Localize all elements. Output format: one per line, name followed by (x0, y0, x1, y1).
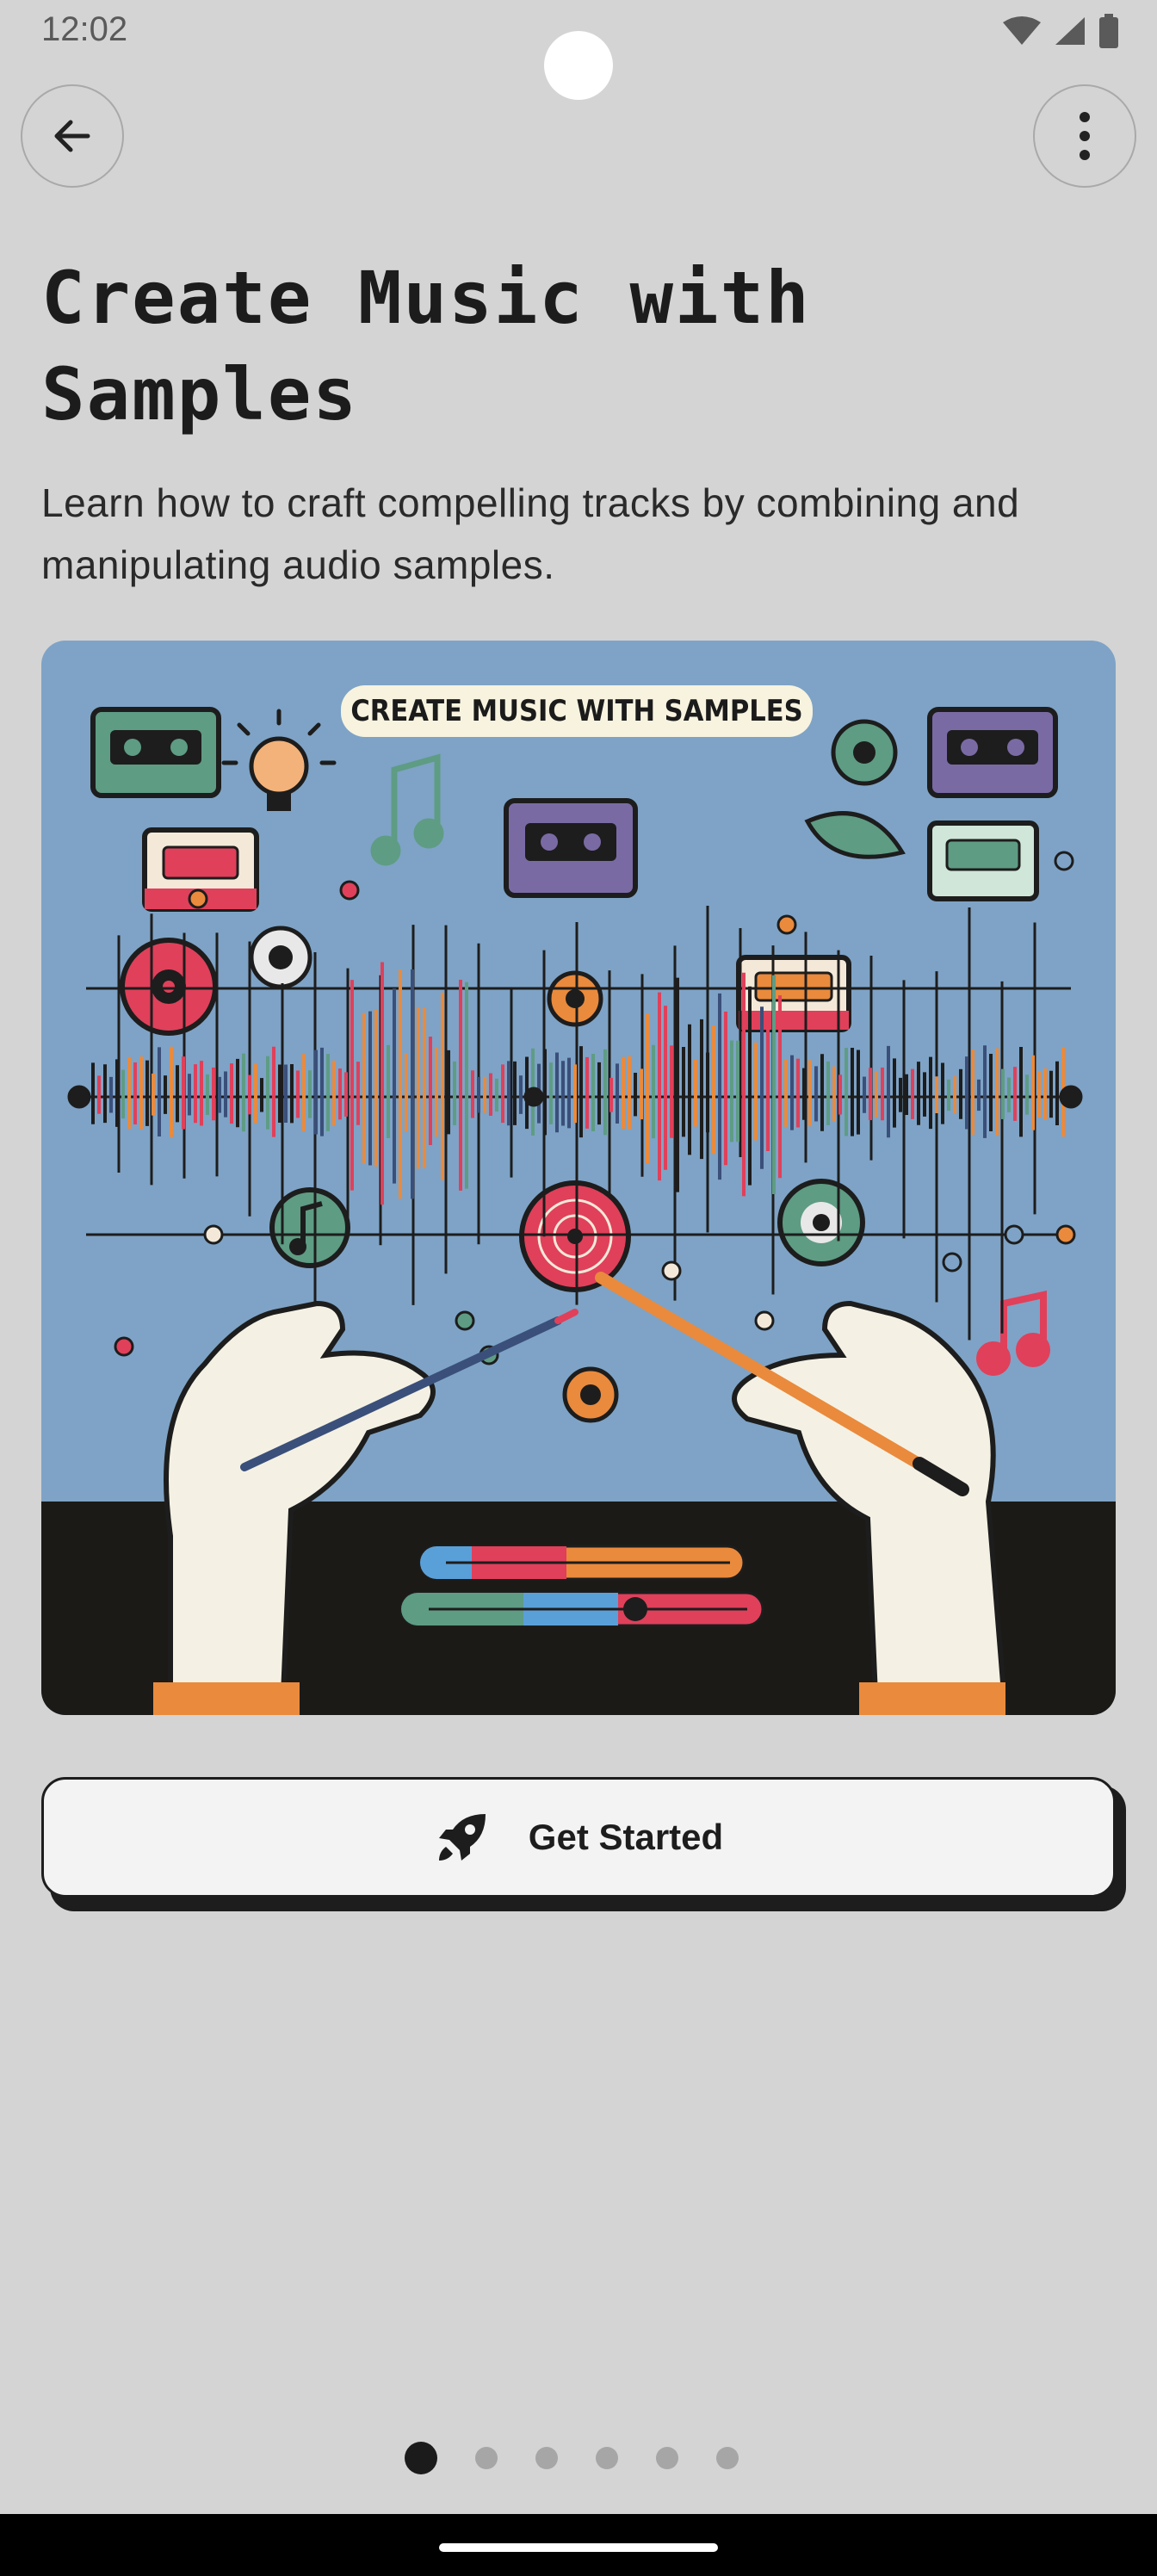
page-dot[interactable] (535, 2447, 558, 2469)
page-dot-active[interactable] (405, 2442, 437, 2474)
lightbulb-icon (221, 709, 337, 811)
page-subtitle: Learn how to craft compelling tracks by … (41, 480, 1020, 587)
slider-track (399, 1591, 764, 1627)
vinyl-record-icon (547, 970, 603, 1027)
page-indicator (0, 2442, 1157, 2474)
vinyl-record-icon (831, 719, 898, 786)
music-note-icon (976, 1291, 1050, 1376)
hero-banner-text: CREATE MUSIC WITH SAMPLES (350, 694, 802, 728)
vinyl-record-icon (249, 926, 312, 989)
hero-illustration: CREATE MUSIC WITH SAMPLES (41, 641, 1116, 1715)
back-button[interactable] (21, 84, 124, 188)
page-dot[interactable] (475, 2447, 498, 2469)
system-nav-bar (0, 2514, 1157, 2576)
status-icons (1002, 12, 1119, 50)
cassette-icon (504, 798, 638, 898)
page-title: Create Music with Samples (41, 256, 811, 437)
arrow-left-icon (54, 120, 90, 152)
cassette-icon (927, 820, 1039, 901)
wifi-icon (1003, 16, 1041, 45)
vinyl-record-icon (120, 938, 218, 1036)
signal-icon (1055, 17, 1085, 45)
leaf-icon (804, 811, 906, 859)
music-note-icon (370, 753, 444, 866)
cassette-icon (736, 955, 851, 1032)
cassette-icon (90, 707, 221, 798)
get-started-label: Get Started (528, 1817, 724, 1857)
get-started-button[interactable]: Get Started (41, 1777, 1116, 1898)
vinyl-record-icon (562, 1366, 619, 1423)
cassette-icon (927, 707, 1058, 798)
vinyl-record-icon (519, 1180, 631, 1292)
slider-track (418, 1545, 746, 1581)
status-time: 12:02 (41, 10, 128, 48)
hero-banner: CREATE MUSIC WITH SAMPLES (341, 685, 813, 737)
vinyl-record-icon (777, 1179, 865, 1266)
more-options-button[interactable] (1033, 84, 1136, 188)
home-indicator[interactable] (439, 2543, 718, 2552)
rocket-icon (438, 1814, 486, 1861)
page-dot[interactable] (656, 2447, 678, 2469)
more-vertical-icon (1080, 112, 1090, 160)
camera-cutout (544, 31, 613, 100)
page-dot[interactable] (716, 2447, 739, 2469)
battery-icon (1099, 14, 1118, 48)
page-dot[interactable] (596, 2447, 618, 2469)
